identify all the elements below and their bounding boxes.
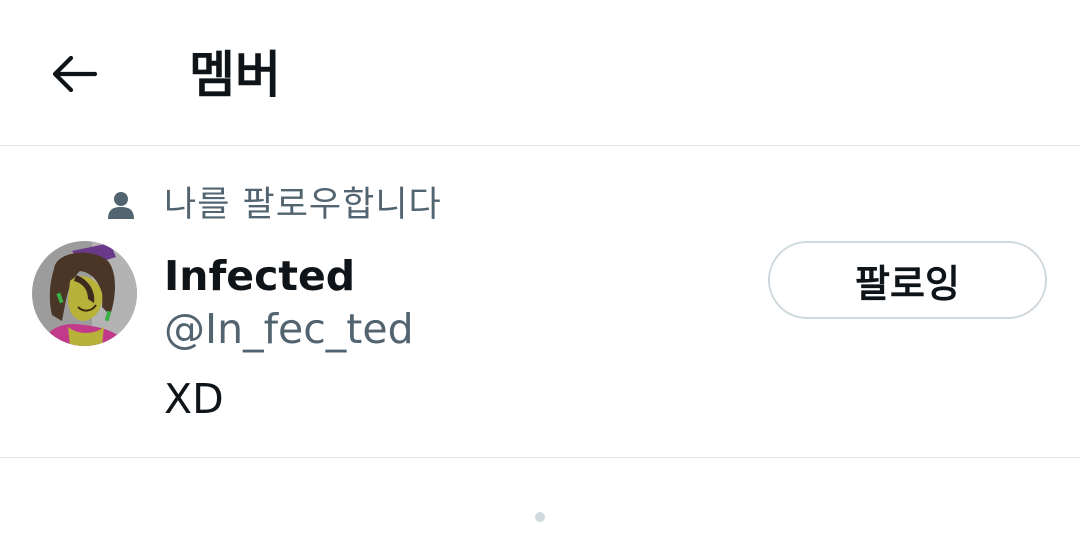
top-bar: 멤버 <box>0 0 1080 146</box>
avatar[interactable] <box>32 241 137 346</box>
back-button[interactable] <box>44 46 104 102</box>
social-context-label: 나를 팔로우합니다 <box>164 185 442 225</box>
arrow-left-icon <box>52 55 97 93</box>
page-title: 멤버 <box>189 46 281 104</box>
avatar-image <box>32 241 137 346</box>
social-context: 나를 팔로우합니다 <box>106 180 442 230</box>
user-handle: @In_fec_ted <box>164 305 414 353</box>
user-bio: XD <box>164 375 224 423</box>
user-name[interactable]: Infected <box>164 250 355 302</box>
person-icon <box>108 192 134 219</box>
loading-indicator <box>535 512 545 522</box>
following-button[interactable]: 팔로잉 <box>768 241 1047 319</box>
